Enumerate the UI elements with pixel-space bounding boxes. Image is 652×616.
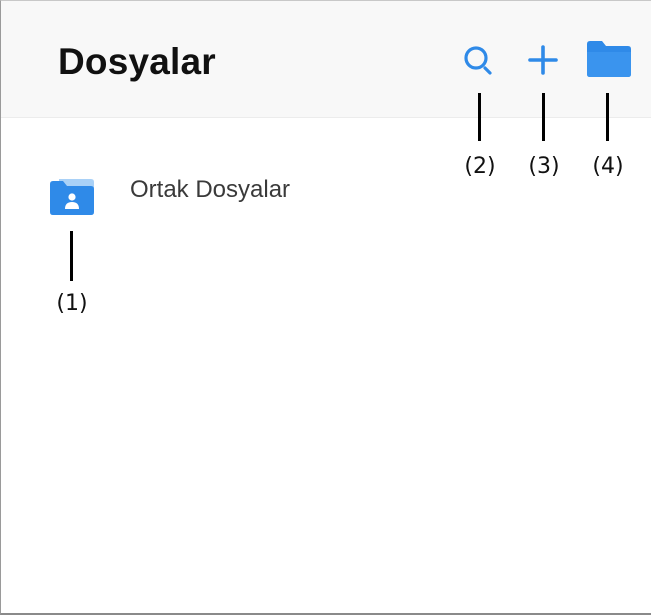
callout-label-2: (2): [464, 154, 496, 179]
callout-line-1: [70, 231, 73, 281]
search-icon[interactable]: [461, 43, 497, 79]
add-icon[interactable]: [526, 43, 560, 77]
app-header: Dosyalar: [1, 1, 651, 118]
shared-folder-icon: [47, 176, 97, 218]
callout-line-4: [606, 93, 609, 141]
folder-icon[interactable]: [584, 38, 634, 80]
callout-line-2: [478, 93, 481, 141]
callout-line-3: [542, 93, 545, 141]
callout-label-1: (1): [56, 291, 88, 316]
page-title: Dosyalar: [58, 41, 216, 82]
callout-label-4: (4): [592, 154, 624, 179]
list-item-label: Ortak Dosyalar: [130, 176, 291, 203]
callout-label-3: (3): [528, 154, 560, 179]
